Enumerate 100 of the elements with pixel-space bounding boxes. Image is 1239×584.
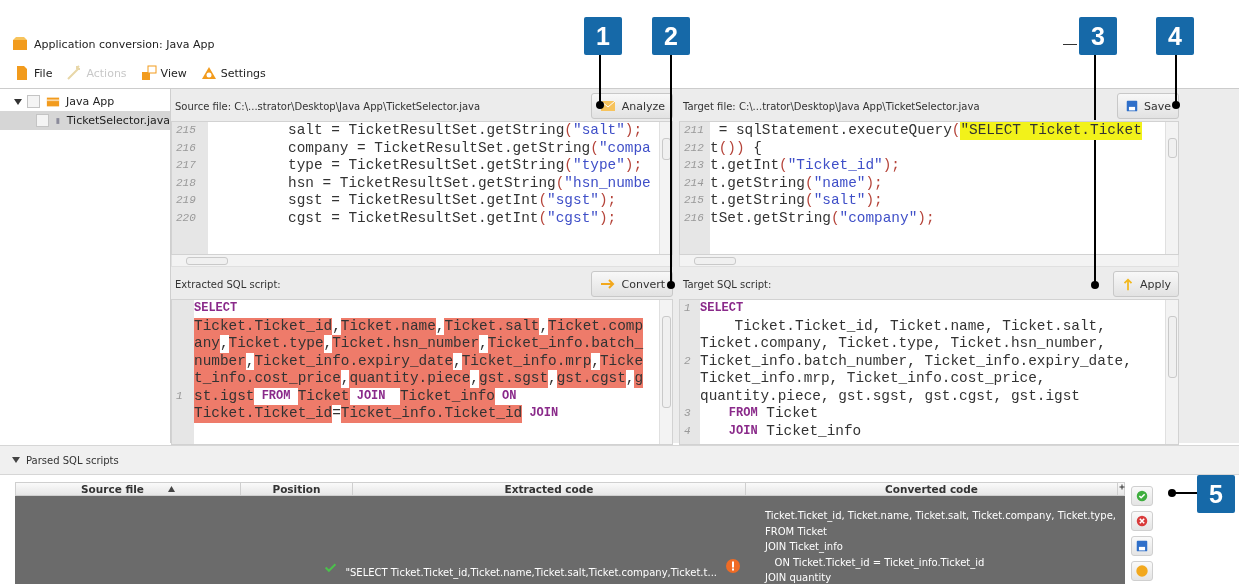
checkbox[interactable] [36, 114, 49, 127]
code-line: Ticket_info.mrp, Ticket_info.cost_price, [700, 370, 1047, 388]
code-line: Ticket.Ticket_id, Ticket.name, Ticket.salt, [733, 317, 1107, 335]
code-line: t_info.cost_price,quantity.piece,gst.sgst,gst.cgst,g [194, 370, 645, 388]
expand-icon[interactable] [14, 97, 22, 106]
wand-icon [66, 65, 83, 81]
scrollbar[interactable] [1165, 122, 1178, 254]
line-number: 216 [175, 140, 197, 156]
toolbar-button[interactable]: Convert [590, 271, 673, 297]
line-number: 214 [683, 175, 705, 191]
line-number: 216 [683, 210, 705, 226]
icon-button[interactable] [1131, 511, 1153, 531]
file-icon [14, 65, 30, 81]
check-icon [1135, 489, 1149, 503]
code-line: SELECT [700, 300, 745, 317]
leader-line [596, 54, 604, 109]
toolbar-button[interactable]: Save [1117, 93, 1179, 119]
table-cell-text: JOIN quantity [765, 571, 833, 584]
panel-title: Target SQL script: [683, 278, 772, 290]
callout-badge: 4 [1156, 17, 1194, 55]
line-number: 219 [175, 193, 197, 208]
scrollbar[interactable] [679, 255, 1179, 267]
scrollbar[interactable] [659, 300, 672, 444]
code-line: t.getString("salt"); [710, 192, 884, 210]
callout-badge: 2 [652, 17, 690, 55]
callout-badge: 5 [1197, 475, 1235, 513]
code-editor[interactable]: 211 212 213 214 215 216 = sqlStatement.executeQuery("SELECT Ticket.Ticket t()) { t.getInt("Ticket_id"); t.getString("name"); t.getString("salt"); tSet.getString("company"); [679, 121, 1179, 255]
code-line: number,Ticket_info.expiry_date,Ticket_info.mrp,Ticke [194, 352, 645, 370]
table-cell-text: ON Ticket.Ticket_id = Ticket_info.Ticket_id [773, 555, 986, 570]
code-editor[interactable] [171, 299, 673, 445]
code-editor[interactable] [171, 121, 673, 255]
table-cell-text: JOIN Ticket_info [765, 540, 844, 555]
table-cell: "SELECT Ticket.Ticket_id,Ticket.name,Ticket.salt,Ticket.company,Ticket.t... [345, 566, 717, 578]
code-line: Ticket.company, Ticket.type, Ticket.hsn_number, [700, 335, 1107, 353]
code-line: FROM Ticket [727, 405, 820, 423]
checkbox[interactable] [27, 95, 40, 108]
tree-item[interactable]: Java App [0, 92, 170, 111]
line-number: 215 [683, 193, 705, 208]
code-line: tSet.getString("company"); [710, 209, 936, 227]
code-line: Ticket.Ticket_id,Ticket.name,Ticket.salt,Ticket.comp [194, 317, 645, 335]
panel-title: Source file: C:\...strator\Desktop\Java App\TicketSelector.java [175, 100, 481, 112]
column-header[interactable]: Converted code [746, 483, 1118, 495]
line-number: 211 [683, 123, 705, 138]
code-line: sgst = TicketResultSet.getInt("sgst"); [288, 192, 618, 210]
leader-line [1168, 489, 1198, 497]
line-number: 220 [175, 210, 197, 226]
minimize-icon[interactable] [1063, 43, 1077, 45]
scrollbar[interactable] [171, 255, 673, 267]
callout-badge: 3 [1079, 17, 1117, 55]
icon-button[interactable] [1131, 486, 1153, 506]
toolbar-button[interactable]: Apply [1112, 271, 1179, 297]
code-line: hsn = TicketResultSet.getString("hsn_numbe [288, 174, 652, 192]
line-number: 217 [175, 158, 197, 173]
code-line: = sqlStatement.executeQuery("SELECT Ticket.Ticket [717, 122, 1143, 140]
save-icon [1135, 539, 1149, 553]
code-line: Ticket.Ticket_id=Ticket_info.Ticket_id JOIN [194, 405, 560, 423]
column-header[interactable]: Source file [16, 483, 241, 495]
code-line: t.getInt("Ticket_id"); [710, 157, 901, 175]
line-number: 1 [175, 388, 184, 404]
icon-button[interactable] [1131, 536, 1153, 556]
help-icon [1135, 564, 1149, 578]
menu-button[interactable]: File [14, 65, 53, 81]
code-line: Ticket_info.batch_number, Ticket_info.expiry_date, [700, 352, 1133, 370]
warning-icon [725, 557, 741, 574]
column-header[interactable]: Extracted code [353, 483, 746, 495]
tree-label: Java App [66, 95, 115, 108]
code-editor[interactable] [679, 299, 1179, 445]
line-number: 215 [175, 123, 197, 138]
leader-line [1172, 54, 1180, 109]
menu-button[interactable]: View [140, 65, 187, 81]
section-title: Parsed SQL scripts [26, 454, 119, 466]
line-number: 4 [683, 423, 692, 439]
windows-icon [140, 65, 157, 81]
settings-icon [200, 65, 217, 81]
table-cell-text: Ticket.Ticket_id, Ticket.name, Ticket.salt, Ticket.company, Ticket.type, [765, 509, 1117, 524]
expand-icon[interactable] [12, 456, 20, 464]
table-row[interactable] [15, 496, 1125, 584]
code-line: cgst = TicketResultSet.getInt("cgst"); [288, 209, 618, 227]
code-line: SELECT [194, 300, 239, 317]
line-number: 2 [683, 353, 692, 369]
table-cell-text: FROM Ticket [765, 524, 828, 539]
code-line: st.igst FROM Ticket JOIN Ticket_info ON [194, 387, 518, 405]
code-line: any,Ticket.type,Ticket.hsn_number,Ticket_info.batch_ [194, 335, 645, 353]
code-line: JOIN Ticket_info [727, 422, 863, 440]
code-line: t()) { [710, 139, 763, 157]
code-line: type = TicketResultSet.getString("type"); [288, 157, 644, 175]
callout-badge: 1 [584, 17, 622, 55]
line-number: 1 [683, 301, 692, 316]
scrollbar[interactable] [1165, 300, 1178, 444]
add-icon [1118, 483, 1126, 491]
column-header[interactable]: Position [241, 483, 353, 495]
save-icon [1125, 99, 1139, 113]
panel-title: Extracted SQL script: [175, 278, 281, 290]
toolbar-button[interactable]: Analyze [590, 93, 673, 119]
code-line: t.getString("name"); [710, 174, 884, 192]
line-number: 3 [683, 406, 692, 421]
menu-button[interactable]: Settings [200, 65, 266, 81]
line-number: 213 [683, 158, 705, 173]
tree-label: TicketSelector.java [66, 114, 170, 127]
tree-item[interactable]: TicketSelector.java [0, 111, 170, 130]
